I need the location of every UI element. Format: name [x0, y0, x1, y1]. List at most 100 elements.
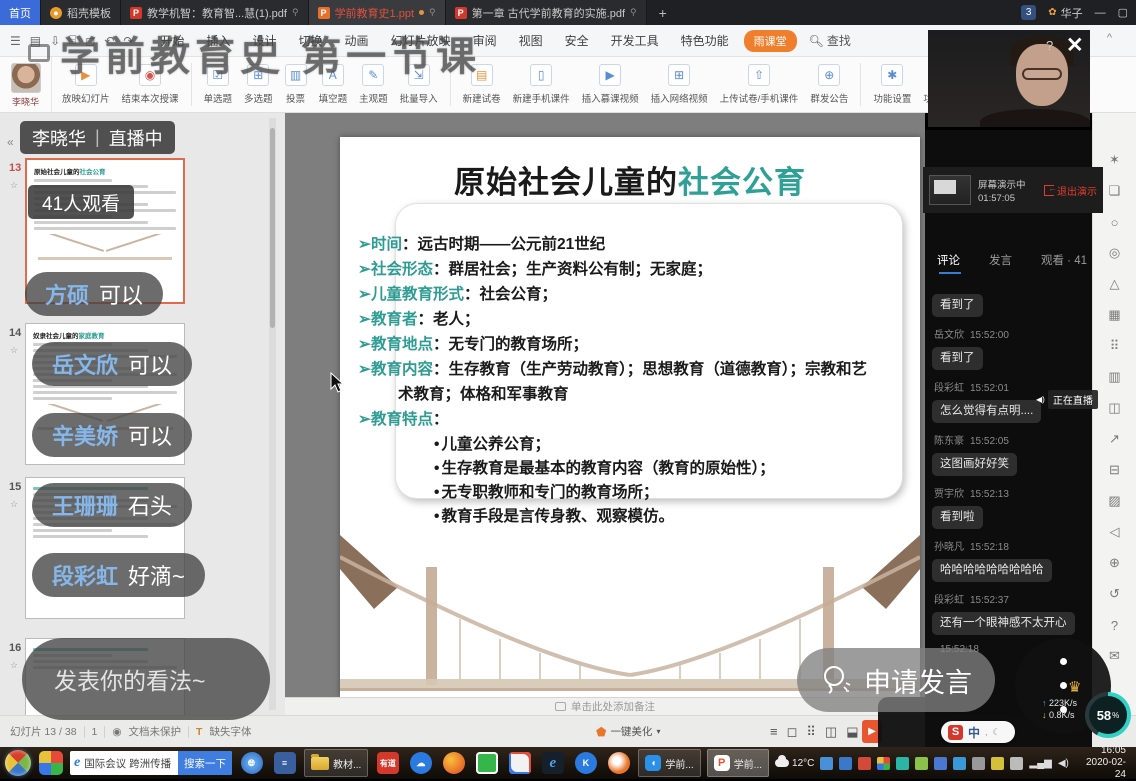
- minimize-button[interactable]: —: [1095, 7, 1106, 19]
- menu-item-动画[interactable]: 动画: [334, 25, 380, 57]
- qq-browser-icon[interactable]: ☁: [407, 750, 434, 777]
- signal-icon[interactable]: ▂▄▆: [1029, 758, 1051, 769]
- sogou-fox-icon[interactable]: [605, 750, 632, 777]
- sorter-view-icon[interactable]: ⠿: [806, 724, 816, 740]
- qq-window-button[interactable]: ◖ 学前...: [638, 749, 700, 777]
- ribbon-button-webvideo[interactable]: ⊞插入网络视频: [645, 57, 714, 112]
- ribbon-button-single[interactable]: ☑单选题: [198, 57, 239, 112]
- ie-globe-icon[interactable]: 🌐︎: [238, 750, 265, 777]
- ribbon-button-subjective[interactable]: ✎主观题: [353, 57, 394, 112]
- ribbon-button-stop[interactable]: ◉结束本次授课: [116, 57, 185, 112]
- record-icon[interactable]: ◎: [1106, 244, 1124, 262]
- ribbon-button-announce[interactable]: ⊕群发公告: [804, 57, 854, 112]
- document-tab[interactable]: 首页: [0, 0, 41, 25]
- undo-icon[interactable]: ↶: [104, 34, 114, 48]
- tray-icon-3[interactable]: [858, 757, 871, 770]
- tray-icon-10[interactable]: [991, 757, 1004, 770]
- image-icon[interactable]: ▨: [1106, 492, 1124, 510]
- help-icon[interactable]: ?: [1046, 38, 1053, 53]
- menu-item-审阅[interactable]: 审阅: [462, 25, 508, 57]
- normal-view-icon[interactable]: ◻: [787, 724, 798, 740]
- export-icon[interactable]: ⇩: [50, 34, 60, 48]
- ribbon-collapse-chevron[interactable]: ^: [1107, 32, 1112, 44]
- redo-icon[interactable]: ↷: [123, 34, 133, 48]
- save-icon[interactable]: ▤: [30, 34, 41, 48]
- ribbon-button-phone[interactable]: ▯新建手机课件: [507, 57, 576, 112]
- ribbon-button-import[interactable]: ⇲批量导入: [394, 57, 444, 112]
- tray-icon-5[interactable]: [896, 757, 909, 770]
- green-app-icon[interactable]: [473, 750, 500, 777]
- missing-fonts[interactable]: 缺失字体: [209, 724, 251, 739]
- k-app-icon[interactable]: K: [572, 750, 599, 777]
- apply-to-speak-button[interactable]: 申请发言: [797, 648, 995, 712]
- firefox-icon[interactable]: [440, 750, 467, 777]
- youdao-icon[interactable]: 有道: [374, 750, 401, 777]
- tray-icon-8[interactable]: [953, 757, 966, 770]
- menu-item-安全[interactable]: 安全: [554, 25, 600, 57]
- table-icon[interactable]: ▦: [1106, 306, 1124, 324]
- panel-collapse-icon[interactable]: «: [7, 135, 14, 149]
- star-icon[interactable]: ✶: [1106, 151, 1124, 169]
- white-tile-app-icon[interactable]: [506, 750, 533, 777]
- taskbar-clock[interactable]: 16:05 2020-02-24: [1075, 745, 1132, 781]
- close-icon[interactable]: ✕: [1066, 33, 1084, 58]
- pyramid-icon[interactable]: △: [1106, 275, 1124, 293]
- ribbon-button-multi[interactable]: ⊞多选题: [238, 57, 279, 112]
- ribbon-button-upload[interactable]: ⇧上传试卷/手机课件: [714, 57, 805, 112]
- protect-status[interactable]: 文档未保护: [129, 724, 182, 739]
- reading-view-icon[interactable]: ◫: [825, 724, 837, 740]
- wps-window-button[interactable]: P 学前...: [707, 749, 769, 777]
- menu-item-视图[interactable]: 视图: [508, 25, 554, 57]
- ribbon-button-blank[interactable]: A填空题: [313, 57, 354, 112]
- comment-input[interactable]: 发表你的看法~: [22, 638, 270, 720]
- tray-icon-7[interactable]: [934, 757, 947, 770]
- document-tab[interactable]: P第一章 古代学前教育的实施.pdf⚲: [446, 0, 647, 25]
- menu-item-开发工具[interactable]: 开发工具: [600, 25, 670, 57]
- mail-icon[interactable]: ✉: [1106, 647, 1124, 665]
- print-icon[interactable]: ⌸: [69, 33, 76, 48]
- chat-tab-发言[interactable]: 发言: [989, 252, 1012, 274]
- minus-box-icon[interactable]: ⊟: [1106, 461, 1124, 479]
- hamburger-menu-icon[interactable]: ☰: [10, 34, 21, 48]
- notification-badge[interactable]: 3: [1021, 5, 1036, 20]
- tray-icon-6[interactable]: [915, 757, 928, 770]
- tray-icon-1[interactable]: [820, 757, 833, 770]
- new-tab-button[interactable]: +: [647, 0, 679, 25]
- history-icon[interactable]: ↺: [1106, 585, 1124, 603]
- menu-item-特色功能[interactable]: 特色功能: [670, 25, 740, 57]
- taskbar-search-box[interactable]: e 国际会议 跨洲传播 搜索一下: [70, 751, 232, 775]
- ribbon-button-vote[interactable]: ▥投票: [279, 57, 313, 112]
- tray-icon-11[interactable]: [1010, 757, 1023, 770]
- volume-icon[interactable]: ◀): [1058, 758, 1069, 769]
- teacher-profile[interactable]: 李晓华: [0, 57, 52, 112]
- input-method-bar[interactable]: S 中 ,☾: [941, 721, 1015, 743]
- tray-icon-9[interactable]: [972, 757, 985, 770]
- weather-widget[interactable]: 12°C: [775, 758, 814, 769]
- menu-item-开始[interactable]: 开始: [149, 25, 195, 57]
- help-side-icon[interactable]: ?: [1106, 616, 1124, 634]
- copy-icon[interactable]: ❏: [1106, 182, 1124, 200]
- menu-item-幻灯片放映[interactable]: 幻灯片放映: [380, 25, 462, 57]
- chat-message-list[interactable]: 看到了岳文欣15:52:00看到了段彩虹15:52:01怎么觉得有点明....陈…: [932, 288, 1087, 657]
- play-side-icon[interactable]: ◁: [1106, 523, 1124, 541]
- exit-presentation-button[interactable]: 退出演示: [1044, 183, 1097, 198]
- start-button[interactable]: [4, 750, 31, 777]
- menu-item-插入[interactable]: 插入: [195, 25, 241, 57]
- chart-icon[interactable]: ▥: [1106, 368, 1124, 386]
- notes-view-icon[interactable]: ≡: [770, 724, 778, 740]
- ribbon-button-play[interactable]: ▶放映幻灯片: [56, 57, 116, 112]
- add-circle-icon[interactable]: ⊕: [1106, 554, 1124, 572]
- ribbon-button-paper[interactable]: ▤新建试卷: [457, 57, 507, 112]
- chat-tab-观看 · 41[interactable]: 观看 · 41: [1041, 252, 1087, 274]
- tray-icon-4[interactable]: [877, 757, 890, 770]
- document-tab[interactable]: ●稻壳模板: [41, 0, 121, 25]
- grid-icon[interactable]: ⠿: [1106, 337, 1124, 355]
- chat-tab-评论[interactable]: 评论: [937, 252, 960, 274]
- menu-item-设计[interactable]: 设计: [242, 25, 288, 57]
- thumbnail-scrollbar[interactable]: [269, 118, 276, 710]
- maximize-button[interactable]: ▢: [1118, 6, 1128, 19]
- preview-icon[interactable]: ◻: [85, 34, 95, 48]
- handout-view-icon[interactable]: ⬓: [846, 724, 858, 740]
- ribbon-button-mooc[interactable]: ▶插入慕课视频: [576, 57, 645, 112]
- ribbon-button-settings[interactable]: ✱功能设置: [867, 57, 917, 112]
